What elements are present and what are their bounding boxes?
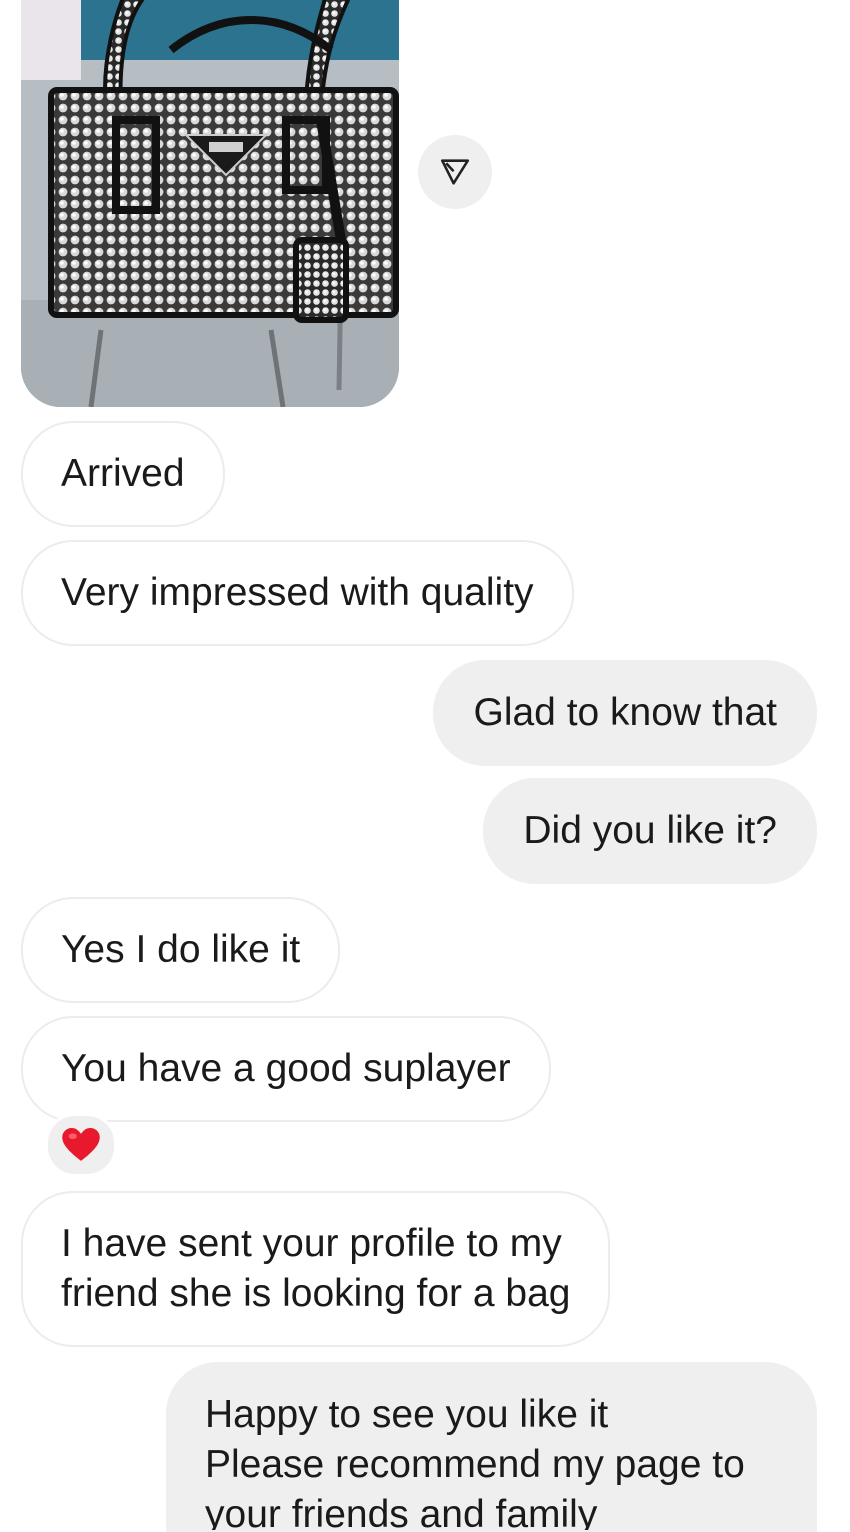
- message-text: Arrived: [61, 452, 185, 495]
- share-button[interactable]: [418, 135, 492, 209]
- outgoing-message[interactable]: Glad to know that: [433, 660, 817, 766]
- message-thread: Arrived Very impressed with quality Glad…: [0, 0, 850, 1532]
- outgoing-message[interactable]: Happy to see you like it Please recommen…: [166, 1362, 817, 1532]
- incoming-message[interactable]: Yes I do like it: [21, 897, 341, 1003]
- message-text: You have a good suplayer: [61, 1047, 511, 1090]
- incoming-message[interactable]: Very impressed with quality: [21, 540, 574, 646]
- incoming-message[interactable]: I have sent your profile to my friend sh…: [21, 1191, 611, 1347]
- heart-icon: [62, 1128, 100, 1161]
- incoming-message[interactable]: You have a good suplayer: [21, 1016, 551, 1122]
- message-text: Yes I do like it: [61, 928, 301, 971]
- message-text-line: Happy to see you like it: [205, 1393, 609, 1436]
- incoming-message[interactable]: Arrived: [21, 421, 225, 527]
- handbag-photo: [21, 0, 399, 407]
- message-text-line: friend she is looking for a bag: [61, 1272, 571, 1315]
- photo-message[interactable]: [21, 0, 399, 407]
- message-text: Glad to know that: [473, 691, 777, 734]
- outgoing-message[interactable]: Did you like it?: [483, 778, 817, 884]
- message-text: Did you like it?: [523, 809, 777, 852]
- send-arrow-icon: [440, 159, 470, 185]
- message-text-line: I have sent your profile to my: [61, 1222, 562, 1265]
- message-text: Very impressed with quality: [61, 571, 534, 614]
- message-text-line: your friends and family: [205, 1493, 598, 1532]
- message-reaction[interactable]: [45, 1113, 117, 1177]
- message-text-line: Please recommend my page to: [205, 1443, 745, 1486]
